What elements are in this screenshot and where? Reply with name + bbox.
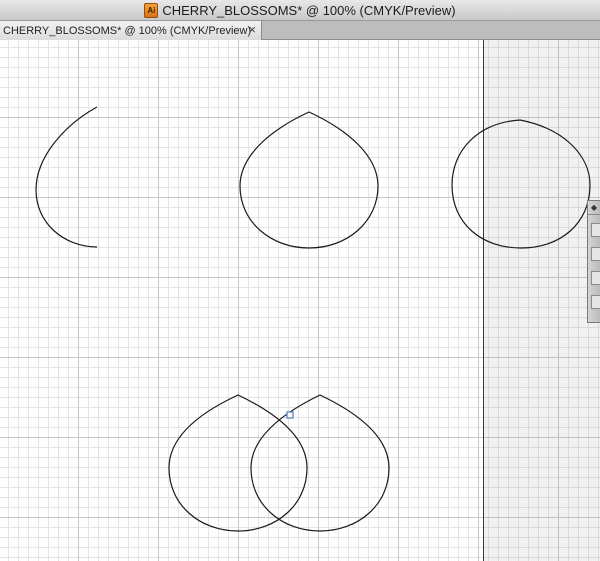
panel-button[interactable] (591, 271, 600, 285)
petal-left-copy[interactable] (168, 394, 308, 532)
panel-button[interactable] (591, 223, 600, 237)
half-petal-path[interactable] (35, 106, 98, 248)
artwork-layer (35, 106, 591, 532)
panel-button[interactable] (591, 295, 600, 309)
window-title: CHERRY_BLOSSOMS* @ 100% (CMYK/Preview) (162, 2, 456, 18)
illustrator-app-icon: Ai (144, 2, 159, 18)
panel-grip-icon[interactable]: ◆ (588, 201, 600, 215)
document-tab-label: CHERRY_BLOSSOMS* @ 100% (CMYK/Preview) (3, 24, 252, 37)
document-tab-bar: CHERRY_BLOSSOMS* @ 100% (CMYK/Preview) × (0, 21, 600, 40)
close-icon[interactable]: × (248, 22, 256, 38)
anchor-point-handle[interactable] (286, 411, 294, 419)
panel-button[interactable] (591, 247, 600, 261)
collapsed-panel-dock[interactable]: ◆ (587, 200, 600, 323)
window-title-bar: Ai CHERRY_BLOSSOMS* @ 100% (CMYK/Preview… (0, 0, 600, 21)
petal-right-copy[interactable] (250, 394, 390, 532)
document-tab[interactable]: CHERRY_BLOSSOMS* @ 100% (CMYK/Preview) × (0, 21, 262, 40)
petal-shape-rotated[interactable] (451, 119, 591, 249)
artboard-canvas[interactable]: ◆ (0, 40, 600, 561)
petal-shape[interactable] (239, 111, 379, 249)
